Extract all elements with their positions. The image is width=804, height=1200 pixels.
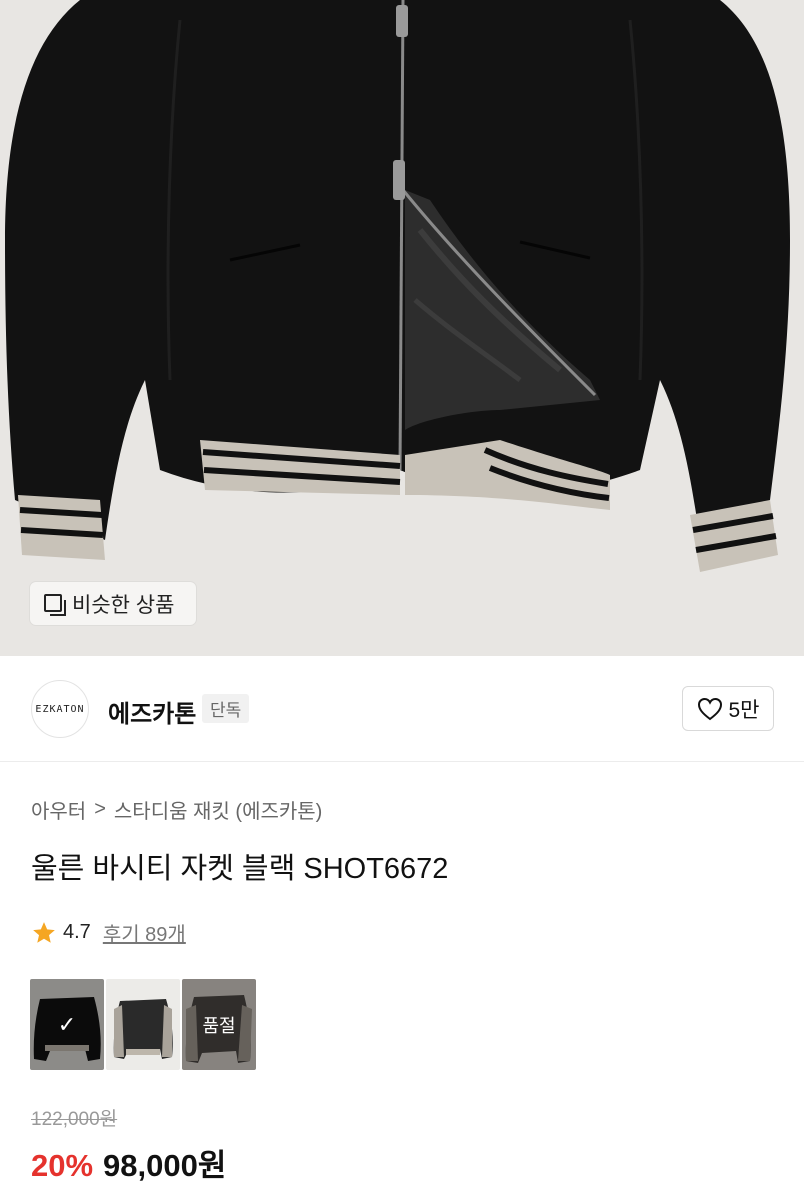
similar-products-button[interactable]: 비슷한 상품 [30, 582, 196, 625]
brand-row: EZKATON 에즈카톤 단독 5만 [0, 656, 804, 762]
soldout-overlay: 품절 [182, 979, 256, 1070]
swatch-black[interactable]: ✓ [30, 979, 104, 1070]
like-button[interactable]: 5만 [682, 686, 774, 731]
swatch-thumbnail [113, 999, 173, 1059]
rating-score: 4.7 [63, 921, 91, 943]
like-count: 5만 [728, 698, 760, 722]
swatch-gray-sleeve[interactable] [106, 979, 180, 1070]
sale-price: 98,000원 [103, 1148, 227, 1183]
breadcrumb-item-stadium-jacket[interactable]: 스타디움 재킷 (에즈카톤) [114, 795, 322, 824]
breadcrumb: 아우터 > 스타디움 재킷 (에즈카톤) [31, 795, 322, 824]
star-icon [33, 921, 55, 943]
original-price: 122,000원 [31, 1109, 118, 1130]
price-row: 20% 98,000원 [31, 1140, 226, 1185]
chevron-right-icon: > [94, 798, 106, 820]
brand-logo[interactable]: EZKATON [31, 680, 89, 738]
breadcrumb-item-outer[interactable]: 아우터 [31, 795, 86, 824]
heart-icon [697, 697, 722, 720]
product-image[interactable]: 비슷한 상품 [0, 0, 804, 656]
discount-rate: 20% [31, 1148, 94, 1183]
color-swatches: ✓ 품절 [30, 979, 256, 1070]
exclusive-badge: 단독 [202, 694, 250, 723]
similar-products-label: 비슷한 상품 [72, 593, 175, 617]
reviews-link[interactable]: 후기 89개 [103, 918, 186, 947]
product-title: 울른 바시티 자켓 블랙 SHOT6672 [31, 853, 449, 885]
similar-products-icon [44, 593, 66, 616]
swatch-charcoal-soldout[interactable]: 품절 [182, 979, 256, 1070]
jacket-illustration [5, 0, 790, 572]
rating-row: 4.7 후기 89개 [31, 918, 186, 947]
soldout-label: 품절 [202, 1015, 236, 1036]
brand-name[interactable]: 에즈카톤 [108, 694, 196, 729]
check-icon: ✓ [57, 1011, 77, 1037]
selected-overlay: ✓ [30, 979, 104, 1070]
